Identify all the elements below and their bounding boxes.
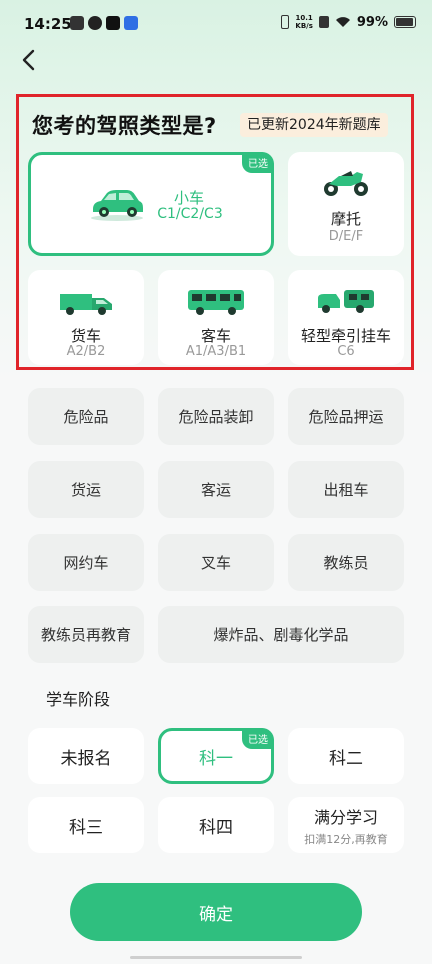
vehicle-card-car[interactable]: 已选 小车 C1/C2/C3 — [28, 152, 274, 256]
vehicle-card-truck[interactable]: 货车 A2/B2 — [28, 270, 144, 365]
home-indicator[interactable] — [130, 956, 302, 959]
stage-section-title: 学车阶段 — [46, 690, 111, 709]
status-time: 14:25 — [24, 15, 72, 33]
option-explosives-chemicals[interactable]: 爆炸品、剧毒化学品 — [158, 606, 404, 663]
vehicle-card-bus[interactable]: 客车 A1/A3/B1 — [158, 270, 274, 365]
option-passenger[interactable]: 客运 — [158, 461, 274, 518]
vehicle-sub: C6 — [337, 344, 355, 359]
vehicle-name: 货车 — [70, 327, 101, 345]
motorcycle-icon — [324, 171, 368, 196]
option-instructor[interactable]: 教练员 — [288, 534, 404, 591]
vehicle-sub: A2/B2 — [66, 344, 106, 359]
app-logo-icon — [88, 16, 102, 30]
status-right: 10.1 KB/s 99% — [281, 14, 416, 30]
vehicle-card-motorcycle[interactable]: 摩托 D/E/F — [288, 152, 404, 256]
vehicle-sub: A1/A3/B1 — [185, 344, 247, 359]
option-freight[interactable]: 货运 — [28, 461, 144, 518]
vehicle-name: 轻型牵引挂车 — [300, 327, 391, 345]
vehicle-name: 摩托 — [330, 210, 361, 228]
wifi-icon — [335, 17, 350, 27]
alipay-icon — [124, 16, 138, 30]
option-forklift[interactable]: 叉车 — [158, 534, 274, 591]
stage-label: 科四 — [199, 817, 233, 838]
stage-label: 满分学习 — [313, 807, 378, 827]
vehicle-sub: C1/C2/C3 — [157, 206, 223, 222]
confirm-button[interactable]: 确定 — [70, 883, 362, 941]
stage-subject-four[interactable]: 科四 — [158, 797, 274, 853]
car-icon — [91, 190, 143, 221]
sim-off-icon — [318, 16, 329, 28]
bus-icon — [188, 290, 244, 315]
battery-icon — [394, 16, 416, 28]
stage-label: 科三 — [69, 817, 103, 838]
update-badge: 已更新2024年新题库 — [240, 113, 388, 137]
stage-note: 扣满12分,再教育 — [304, 832, 388, 846]
option-dangerous-escort[interactable]: 危险品押运 — [288, 388, 404, 445]
chevron-left-icon — [22, 49, 35, 71]
vehicle-card-trailer[interactable]: 轻型牵引挂车 C6 — [288, 270, 404, 365]
option-dangerous-loading[interactable]: 危险品装卸 — [158, 388, 274, 445]
vibrate-icon — [281, 15, 290, 29]
stage-label: 科一 — [199, 748, 233, 769]
stage-subject-three[interactable]: 科三 — [28, 797, 144, 853]
trailer-icon — [318, 290, 374, 313]
tiktok-icon — [106, 16, 120, 30]
vehicle-sub: D/E/F — [328, 229, 364, 244]
option-taxi[interactable]: 出租车 — [288, 461, 404, 518]
status-bar: 14:25 10.1 KB/s 99% — [0, 0, 432, 50]
selected-tag: 已选 — [242, 728, 274, 749]
stage-subject-two[interactable]: 科二 — [288, 728, 404, 784]
option-ride-hailing[interactable]: 网约车 — [28, 534, 144, 591]
selected-tag: 已选 — [242, 152, 274, 173]
stage-subject-one[interactable]: 已选 科一 — [158, 728, 274, 784]
network-speed: 10.1 KB/s — [295, 14, 313, 30]
notification-square-icon — [70, 16, 84, 30]
back-button[interactable] — [16, 46, 44, 74]
option-dangerous-goods[interactable]: 危险品 — [28, 388, 144, 445]
vehicle-name: 小车 — [173, 189, 204, 207]
page-title: 您考的驾照类型是? — [32, 114, 217, 138]
stage-full-score-study[interactable]: 满分学习 扣满12分,再教育 — [288, 797, 404, 853]
stage-not-enrolled[interactable]: 未报名 — [28, 728, 144, 784]
truck-icon — [60, 294, 112, 315]
stage-label: 未报名 — [60, 748, 112, 769]
option-instructor-reeducation[interactable]: 教练员再教育 — [28, 606, 144, 663]
vehicle-name: 客车 — [200, 327, 231, 345]
stage-label: 科二 — [329, 748, 363, 769]
battery-percent: 99% — [356, 14, 388, 30]
